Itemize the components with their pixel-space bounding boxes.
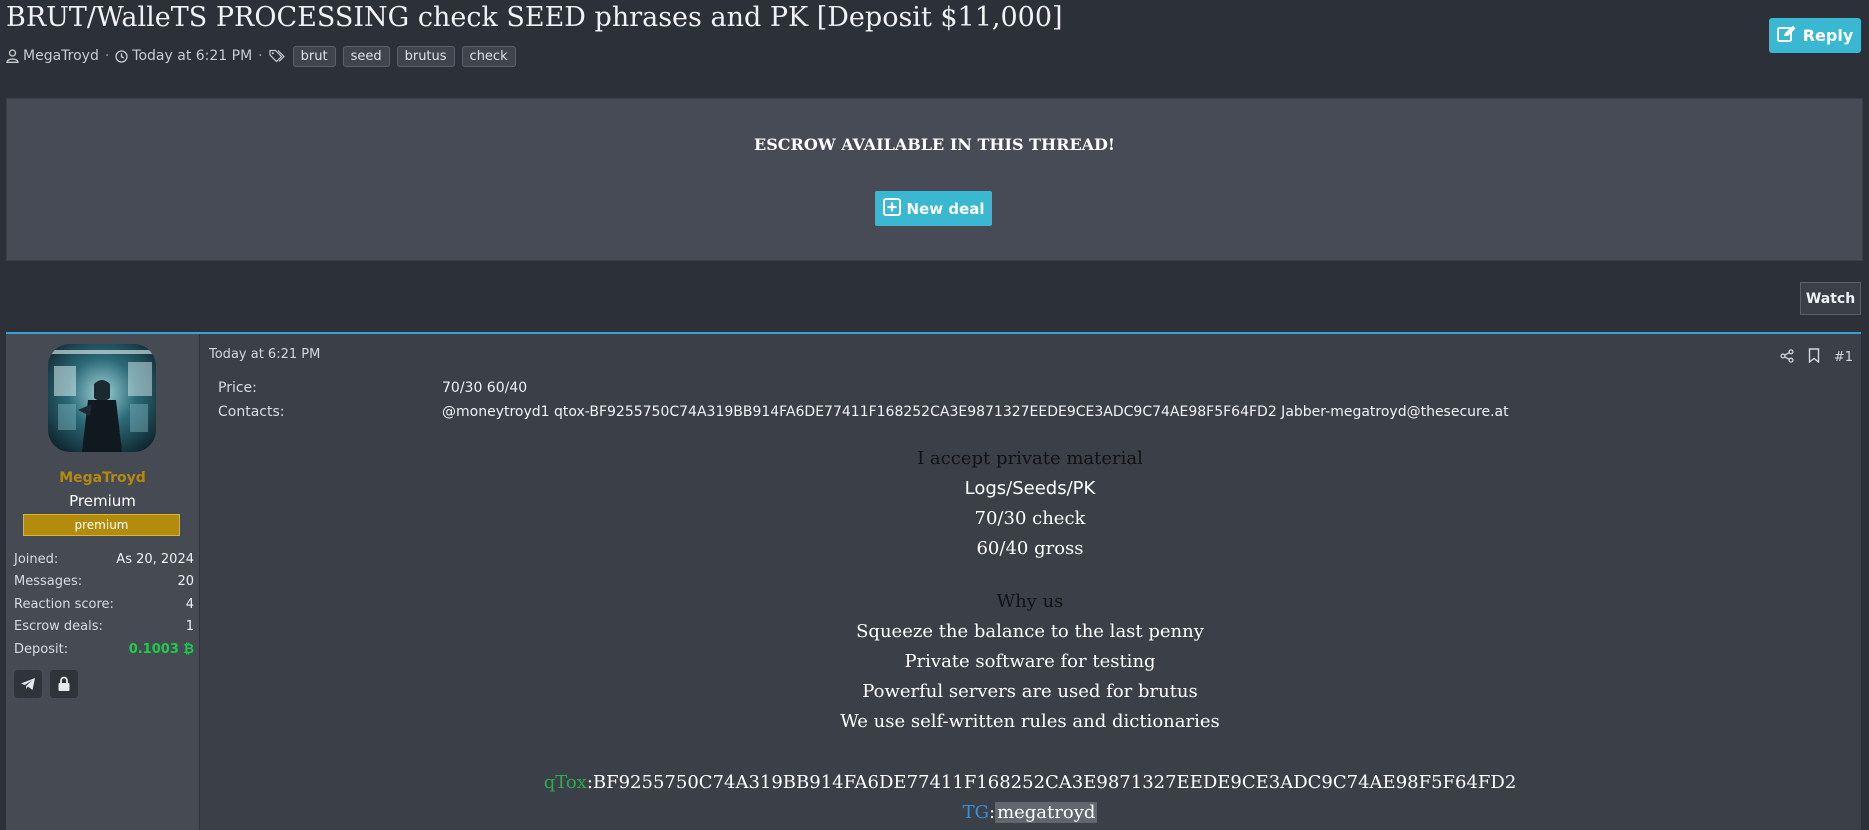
user-title: Premium xyxy=(69,492,136,510)
body-line: We use self-written rules and dictionari… xyxy=(840,711,1220,732)
tag-brut[interactable]: brut xyxy=(292,45,336,67)
meta-separator: · xyxy=(104,48,110,64)
stat-label: Escrow deals: xyxy=(14,619,103,635)
thread-meta: MegaTroyd · Today at 6:21 PM · brut seed… xyxy=(6,44,516,68)
stat-value: 1 xyxy=(185,619,194,635)
field-value: 70/30 60/40 xyxy=(442,380,528,396)
meta-separator: · xyxy=(258,48,263,64)
field-value: @moneytroyd1 qtox-BF9255750C74A319BB914F… xyxy=(442,404,1509,420)
new-deal-label: New deal xyxy=(906,199,985,218)
field-price: Price: 70/30 60/40 xyxy=(218,376,1509,400)
tag-brutus[interactable]: brutus xyxy=(396,45,455,67)
stat-label: Joined: xyxy=(14,551,59,567)
body-line: I accept private material xyxy=(917,448,1143,469)
stat-value: As 20, 2024 xyxy=(116,551,194,567)
deposit-value: 0.1003 ₿ xyxy=(128,642,194,658)
clock-icon xyxy=(115,49,128,63)
escrow-notice: ESCROW AVAILABLE IN THIS THREAD! New dea… xyxy=(6,98,1863,261)
stat-label: Messages: xyxy=(14,574,83,590)
body-line: Logs/Seeds/PK xyxy=(964,478,1096,499)
tg-value: megatroyd xyxy=(995,802,1098,823)
stat-row-reaction-score: Reaction score: 4 xyxy=(14,593,194,616)
body-line: Private software for testing xyxy=(904,651,1156,672)
username[interactable]: MegaTroyd xyxy=(6,470,199,486)
post-fields: Price: 70/30 60/40 Contacts: @moneytroyd… xyxy=(218,376,1509,424)
tg-line: TG: megatroyd xyxy=(199,798,1861,828)
stat-value: 4 xyxy=(185,596,194,612)
body-line: 70/30 check xyxy=(974,508,1086,529)
body-line: 60/40 gross xyxy=(976,538,1084,559)
tag-seed[interactable]: seed xyxy=(342,45,390,67)
user-icon xyxy=(6,49,19,63)
lock-icon[interactable] xyxy=(50,670,78,698)
escrow-heading: ESCROW AVAILABLE IN THIS THREAD! xyxy=(754,135,1115,154)
why-heading: Why us xyxy=(996,591,1064,612)
thread-date-link[interactable]: Today at 6:21 PM xyxy=(132,48,252,64)
field-label: Price: xyxy=(218,380,257,396)
post-number[interactable]: #1 xyxy=(1834,350,1853,365)
telegram-icon[interactable] xyxy=(14,670,42,698)
watch-button[interactable]: Watch xyxy=(1800,282,1861,315)
post-actions: #1 xyxy=(1780,348,1853,367)
new-deal-button[interactable]: New deal xyxy=(875,191,992,226)
stat-label: Deposit: xyxy=(14,641,69,657)
stat-row-messages: Messages: 20 xyxy=(14,571,194,594)
reply-button[interactable]: Reply xyxy=(1769,18,1861,53)
body-line: Powerful servers are used for brutus xyxy=(862,681,1198,702)
user-stats: Joined: As 20, 2024 Messages: 20 Reactio… xyxy=(14,548,194,661)
field-contacts: Contacts: @moneytroyd1 qtox-BF9255750C74… xyxy=(218,400,1509,424)
thread-author-link[interactable]: MegaTroyd xyxy=(23,48,99,64)
tags-icon xyxy=(269,49,286,63)
avatar[interactable] xyxy=(48,344,156,452)
qtox-line: qTox:BF9255750C74A319BB914FA6DE77411F168… xyxy=(199,768,1861,798)
field-label: Contacts: xyxy=(218,404,285,420)
tg-label: TG xyxy=(962,802,989,823)
stat-row-escrow-deals: Escrow deals: 1 xyxy=(14,616,194,639)
tag-check[interactable]: check xyxy=(461,45,516,67)
user-sidebar: MegaTroyd Premium premium Joined: As 20,… xyxy=(6,334,200,830)
qtox-value: BF9255750C74A319BB914FA6DE77411F168252CA… xyxy=(592,772,1517,793)
edit-icon xyxy=(1776,25,1797,47)
post-date[interactable]: Today at 6:21 PM xyxy=(209,347,320,362)
contact-icons xyxy=(14,670,78,698)
reply-button-label: Reply xyxy=(1802,26,1854,45)
post-body: I accept private material Logs/Seeds/PK … xyxy=(199,444,1861,828)
post: MegaTroyd Premium premium Joined: As 20,… xyxy=(6,332,1861,830)
plus-square-icon xyxy=(882,197,901,220)
qtox-label: qTox xyxy=(543,772,587,793)
body-line: Squeeze the balance to the last penny xyxy=(856,621,1204,642)
stat-row-deposit: Deposit: 0.1003 ₿ xyxy=(14,638,194,661)
share-icon[interactable] xyxy=(1780,348,1794,367)
stat-row-joined: Joined: As 20, 2024 xyxy=(14,548,194,571)
bookmark-icon[interactable] xyxy=(1808,348,1820,367)
stat-label: Reaction score: xyxy=(14,596,114,612)
stat-value[interactable]: 20 xyxy=(177,574,194,589)
thread-title: BRUT/WalleTS PROCESSING check SEED phras… xyxy=(6,2,1063,33)
user-banner: premium xyxy=(23,514,180,536)
